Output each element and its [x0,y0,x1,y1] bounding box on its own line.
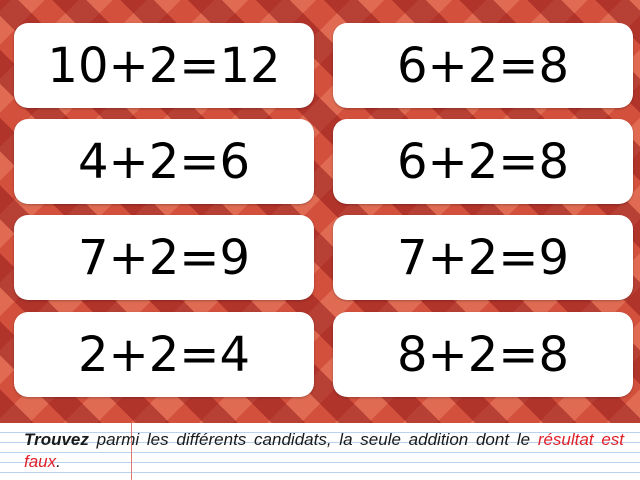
equation-card-8[interactable]: 8+2=8 [333,312,633,397]
game-board: 10+2=12 6+2=8 4+2=6 6+2=8 7+2=9 7+2=9 2+… [0,0,640,423]
equation-card-1[interactable]: 10+2=12 [14,23,314,108]
instruction-bold-word: Trouvez [24,430,89,449]
equation-card-5[interactable]: 7+2=9 [14,215,314,300]
instruction-panel: Trouvez parmi les différents candidats, … [0,423,640,480]
equation-card-3[interactable]: 4+2=6 [14,119,314,204]
instruction-end: . [56,452,61,471]
equation-card-7[interactable]: 2+2=4 [14,312,314,397]
equation-card-6[interactable]: 7+2=9 [333,215,633,300]
equation-card-2[interactable]: 6+2=8 [333,23,633,108]
instruction-text: Trouvez parmi les différents candidats, … [24,429,624,473]
instruction-body: parmi les différents candidats, la seule… [88,430,538,449]
equation-card-4[interactable]: 6+2=8 [333,119,633,204]
